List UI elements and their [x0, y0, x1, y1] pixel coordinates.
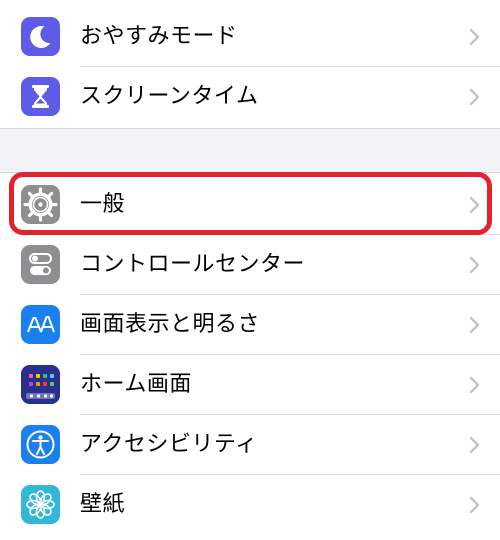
moon-icon: [21, 17, 60, 56]
settings-row-label: 画面表示と明るさ: [80, 312, 261, 337]
settings-row-control-center[interactable]: コントロールセンター: [0, 235, 500, 295]
settings-row-general[interactable]: 一般: [0, 175, 500, 235]
settings-row-label: ホーム画面: [80, 372, 192, 397]
settings-row-screen-time[interactable]: スクリーンタイム: [0, 67, 500, 127]
settings-row-do-not-disturb[interactable]: おやすみモード: [0, 7, 500, 67]
settings-group-main: 一般 コントロールセンター 画面表示と明るさ ホーム画面 アクセシビリティ 壁紙: [0, 173, 500, 540]
settings-row-display-brightness[interactable]: 画面表示と明るさ: [0, 295, 500, 355]
text-size-icon: [21, 305, 60, 344]
section-gap: [0, 128, 500, 173]
settings-row-label: おやすみモード: [80, 24, 238, 49]
settings-row-label: 一般: [80, 192, 126, 217]
settings-group-top: おやすみモード スクリーンタイム: [0, 0, 500, 128]
settings-row-label: コントロールセンター: [80, 252, 306, 277]
toggles-icon: [21, 245, 60, 284]
chevron-right-icon: [469, 196, 480, 214]
settings-row-label: 壁紙: [80, 492, 126, 517]
chevron-right-icon: [469, 88, 480, 106]
settings-row-label: スクリーンタイム: [80, 84, 259, 109]
app-grid-icon: [21, 365, 60, 404]
gear-icon: [21, 185, 60, 224]
chevron-right-icon: [469, 28, 480, 46]
chevron-right-icon: [469, 256, 480, 274]
hourglass-icon: [21, 77, 60, 116]
chevron-right-icon: [469, 376, 480, 394]
flower-icon: [21, 485, 60, 524]
settings-row-wallpaper[interactable]: 壁紙: [0, 475, 500, 535]
settings-row-label: アクセシビリティ: [80, 432, 258, 457]
accessibility-icon: [21, 425, 60, 464]
settings-row-home-screen[interactable]: ホーム画面: [0, 355, 500, 415]
chevron-right-icon: [469, 496, 480, 514]
chevron-right-icon: [469, 436, 480, 454]
chevron-right-icon: [469, 316, 480, 334]
settings-row-accessibility[interactable]: アクセシビリティ: [0, 415, 500, 475]
